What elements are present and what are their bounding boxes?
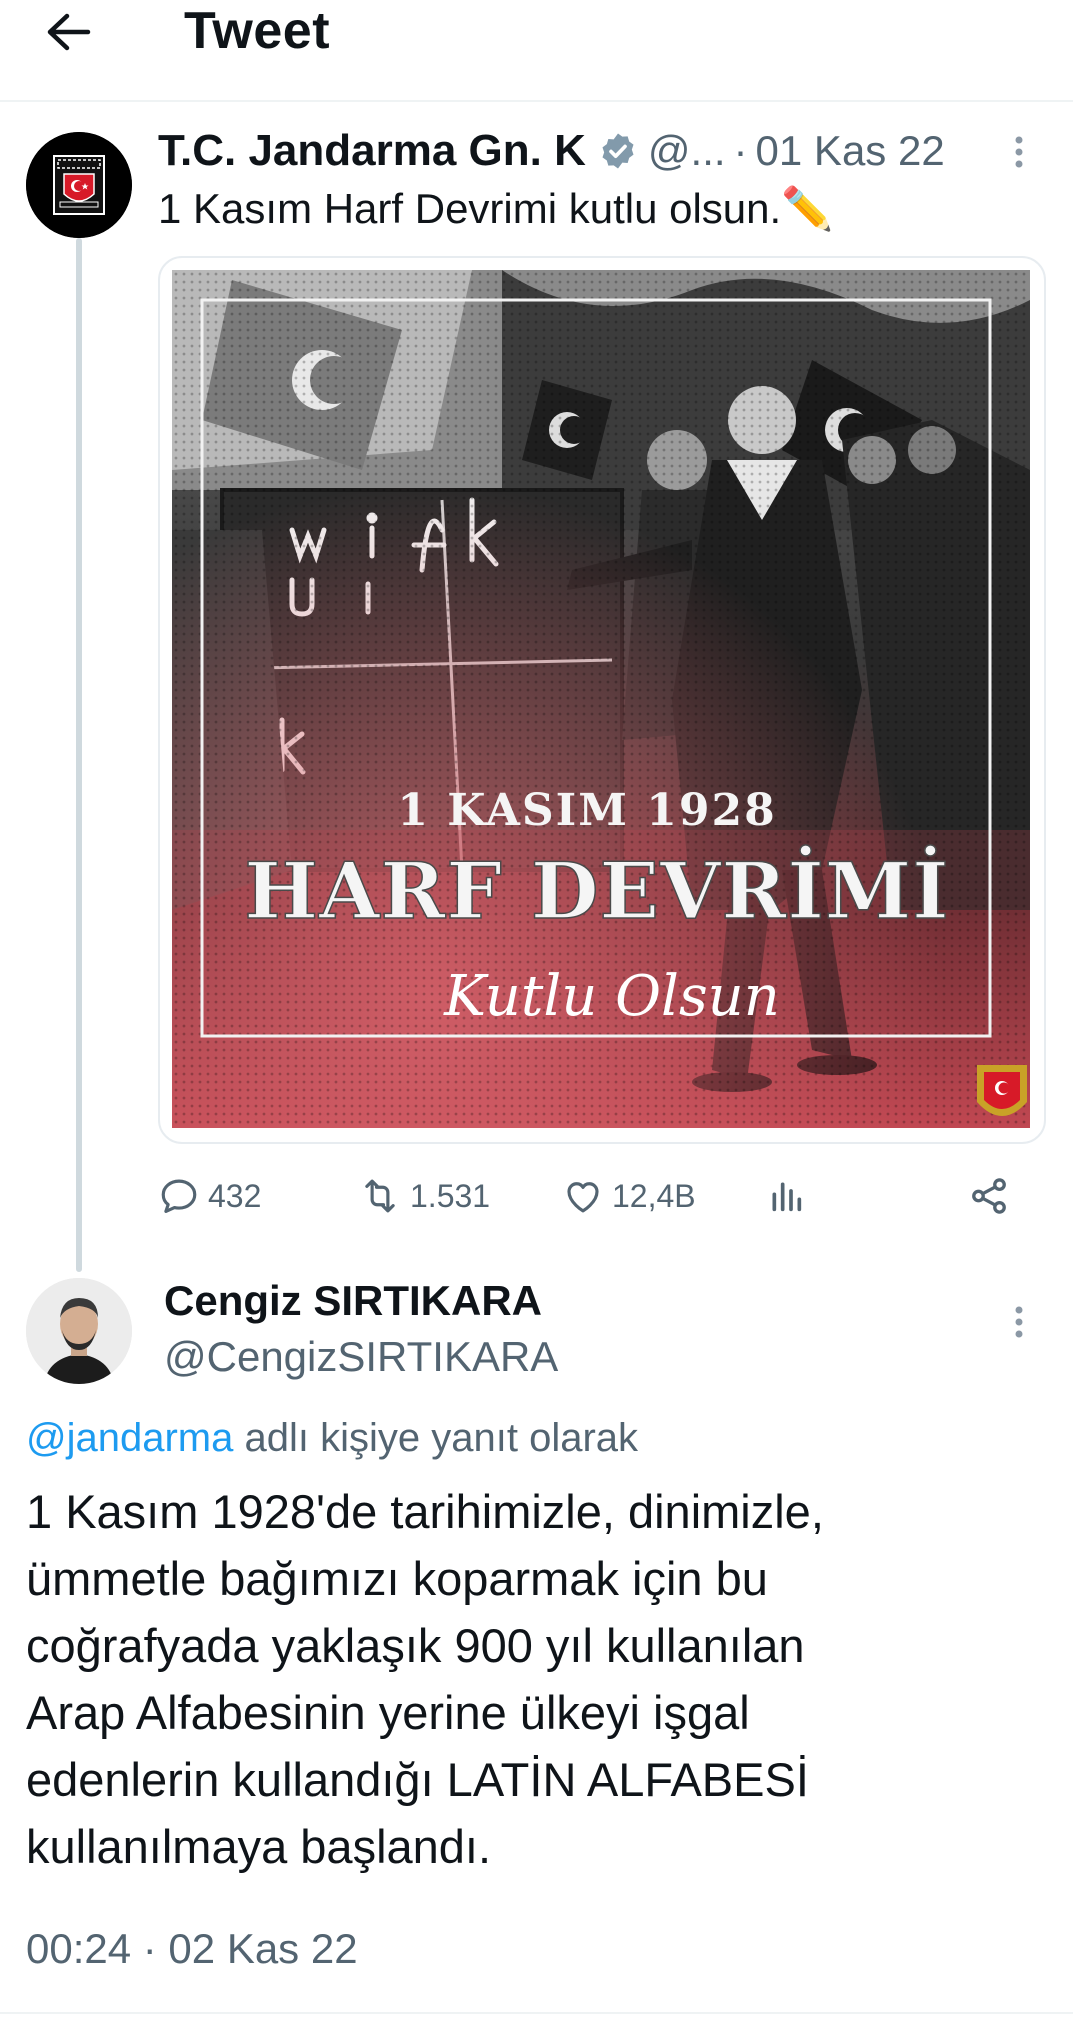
more-vertical-icon — [1015, 1306, 1023, 1338]
share-icon — [972, 1178, 1006, 1214]
tweet-header: T.C. Jandarma Gn. K @... · 01 Kas 22 — [158, 120, 945, 182]
back-button[interactable] — [40, 4, 96, 60]
replying-to: @jandarma adlı kişiye yanıt olarak — [26, 1408, 638, 1468]
separator-dot: · — [733, 127, 748, 174]
reply-text-line: edenlerin kullandığı LATİN ALFABESİ — [26, 1753, 809, 1806]
retweet-count: 1.531 — [410, 1177, 491, 1214]
tweet-date[interactable]: 01 Kas 22 — [756, 127, 945, 175]
tweet-text: 1 Kasım Harf Devrimi kutlu olsun.✏️ — [158, 180, 834, 238]
harf-devrimi-poster: 1 KASIM 1928 HARF DEVRİMİ Kutlu Olsun — [172, 270, 1030, 1128]
reply-text-line: 1 Kasım 1928'de tarihimizle, dinimizle, — [26, 1485, 824, 1538]
reply-text: 1 Kasım 1928'de tarihimizle, dinimizle, … — [26, 1478, 1046, 1880]
more-vertical-icon — [1015, 136, 1023, 168]
reply-text-line: kullanılmaya başlandı. — [26, 1820, 492, 1873]
like-icon — [567, 1182, 599, 1213]
poster-artwork: 1 KASIM 1928 HARF DEVRİMİ Kutlu Olsun — [172, 270, 1030, 1128]
reply-count: 432 — [208, 1177, 262, 1214]
share-button[interactable] — [968, 1168, 1010, 1224]
tweet-actions: 432 1.531 12,4B — [158, 1168, 1018, 1224]
verified-badge-icon — [598, 131, 638, 171]
reply-text-line: coğrafyada yaklaşık 900 yıl kullanılan — [26, 1619, 805, 1672]
tweet-image[interactable]: 1 KASIM 1928 HARF DEVRİMİ Kutlu Olsun — [158, 256, 1046, 1144]
like-count: 12,4B — [612, 1177, 696, 1214]
divider — [0, 2012, 1073, 2014]
person-photo-icon — [26, 1278, 132, 1384]
reply-text-line: ümmetle bağımızı koparmak için bu — [26, 1552, 768, 1605]
jandarma-emblem-icon — [26, 132, 132, 238]
top-bar — [0, 0, 1073, 102]
reply-more-options-button[interactable] — [1004, 1302, 1034, 1342]
reply-author-handle[interactable]: @CengizSIRTIKARA — [164, 1328, 558, 1386]
emblem-icon — [977, 1065, 1027, 1116]
avatar[interactable] — [26, 132, 132, 238]
reply-timestamp[interactable]: 00:24 · 02 Kas 22 — [26, 1920, 358, 1978]
retweet-icon — [365, 1179, 395, 1213]
retweet-button[interactable]: 1.531 — [358, 1168, 490, 1224]
pencil-emoji: ✏️ — [781, 185, 834, 232]
thread-connector-line — [76, 238, 82, 1272]
author-name[interactable]: T.C. Jandarma Gn. K — [158, 126, 586, 176]
tweet-text-content: 1 Kasım Harf Devrimi kutlu olsun. — [158, 185, 782, 232]
poster-line2: HARF DEVRİMİ — [244, 844, 949, 937]
replying-to-suffix: adlı kişiye yanıt olarak — [244, 1416, 639, 1460]
reply-author-avatar[interactable] — [26, 1278, 132, 1384]
like-button[interactable]: 12,4B — [562, 1168, 696, 1224]
reply-author-name[interactable]: Cengiz SIRTIKARA — [164, 1272, 542, 1330]
reply-icon — [161, 1179, 197, 1213]
more-options-button[interactable] — [1004, 132, 1034, 172]
reply-text-line: Arap Alfabesinin yerine ülkeyi işgal — [26, 1686, 750, 1739]
analytics-icon — [772, 1182, 802, 1212]
page-title: Tweet — [184, 2, 331, 60]
poster-line1: 1 KASIM 1928 — [397, 785, 776, 836]
author-handle[interactable]: @... — [648, 127, 726, 175]
replying-to-link[interactable]: @jandarma — [26, 1416, 233, 1460]
poster-line3: Kutlu Olsun — [443, 964, 780, 1029]
analytics-button[interactable] — [766, 1168, 806, 1224]
arrow-left-icon — [47, 13, 91, 51]
reply-button[interactable]: 432 — [158, 1168, 261, 1224]
